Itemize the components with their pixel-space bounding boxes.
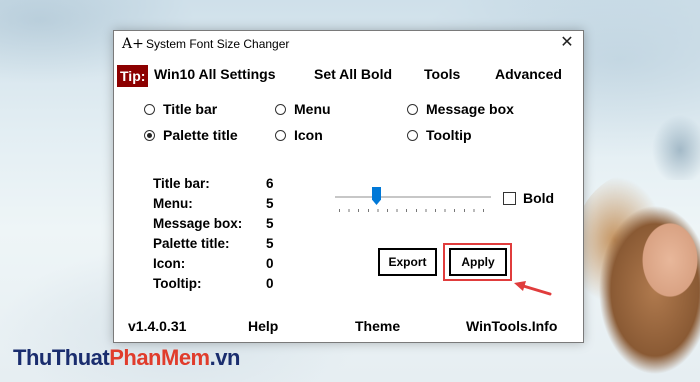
app-window: A+ System Font Size Changer ✕ Tip: Win10… [113, 30, 584, 343]
stat-label-tooltip: Tooltip: [153, 276, 202, 291]
stat-label-palette-title: Palette title: [153, 236, 230, 251]
radio-label: Message box [426, 101, 514, 117]
stat-label-title-bar: Title bar: [153, 176, 210, 191]
desktop-background-decor [640, 100, 700, 180]
radio-label: Tooltip [426, 127, 472, 143]
export-button[interactable]: Export [378, 248, 437, 276]
stat-label-menu: Menu: [153, 196, 193, 211]
wallpaper-photo [575, 170, 700, 382]
slider-thumb[interactable] [372, 187, 381, 205]
slider-track[interactable] [335, 196, 491, 198]
bold-checkbox-label[interactable]: Bold [523, 190, 554, 206]
menu-advanced[interactable]: Advanced [495, 66, 562, 82]
stat-value-palette-title: 5 [266, 236, 274, 251]
radio-button[interactable] [144, 104, 155, 115]
stat-value-icon: 0 [266, 256, 274, 271]
radio-button[interactable] [144, 130, 155, 141]
title-bar: A+ System Font Size Changer ✕ [114, 31, 583, 58]
radio-button[interactable] [275, 104, 286, 115]
watermark-part: PhanMem [109, 345, 210, 370]
app-font-icon: A+ [122, 36, 144, 52]
menu-bar: Tip: Win10 All Settings Set All Bold Too… [114, 65, 583, 87]
stat-label-message-box: Message box: [153, 216, 243, 231]
close-button[interactable]: ✕ [551, 31, 583, 57]
stat-value-title-bar: 6 [266, 176, 274, 191]
footer-help-link[interactable]: Help [248, 318, 278, 334]
menu-tools[interactable]: Tools [424, 66, 460, 82]
footer-wintools-link[interactable]: WinTools.Info [466, 318, 557, 334]
radio-button[interactable] [407, 130, 418, 141]
stat-label-icon: Icon: [153, 256, 186, 271]
tip-badge: Tip: [117, 65, 149, 87]
stat-value-tooltip: 0 [266, 276, 274, 291]
stat-value-message-box: 5 [266, 216, 274, 231]
pointer-arrow-icon [514, 281, 552, 296]
menu-win10-all-settings[interactable]: Win10 All Settings [154, 66, 275, 82]
footer-version: v1.4.0.31 [128, 318, 187, 334]
radio-label: Palette title [163, 127, 238, 143]
radio-button[interactable] [407, 104, 418, 115]
footer-theme-link[interactable]: Theme [355, 318, 400, 334]
site-watermark: ThuThuatPhanMem.vn [13, 345, 240, 371]
slider-ticks [339, 209, 489, 212]
apply-button[interactable]: Apply [449, 248, 507, 276]
menu-set-all-bold[interactable]: Set All Bold [314, 66, 392, 82]
watermark-part: .vn [209, 345, 241, 370]
watermark-part: ThuThuat [13, 345, 110, 370]
radio-label: Title bar [163, 101, 218, 117]
radio-label: Icon [294, 127, 323, 143]
radio-button[interactable] [275, 130, 286, 141]
stat-value-menu: 5 [266, 196, 274, 211]
window-title: System Font Size Changer [146, 37, 290, 51]
radio-label: Menu [294, 101, 331, 117]
font-size-slider[interactable] [335, 187, 491, 213]
bold-checkbox[interactable] [503, 192, 516, 205]
